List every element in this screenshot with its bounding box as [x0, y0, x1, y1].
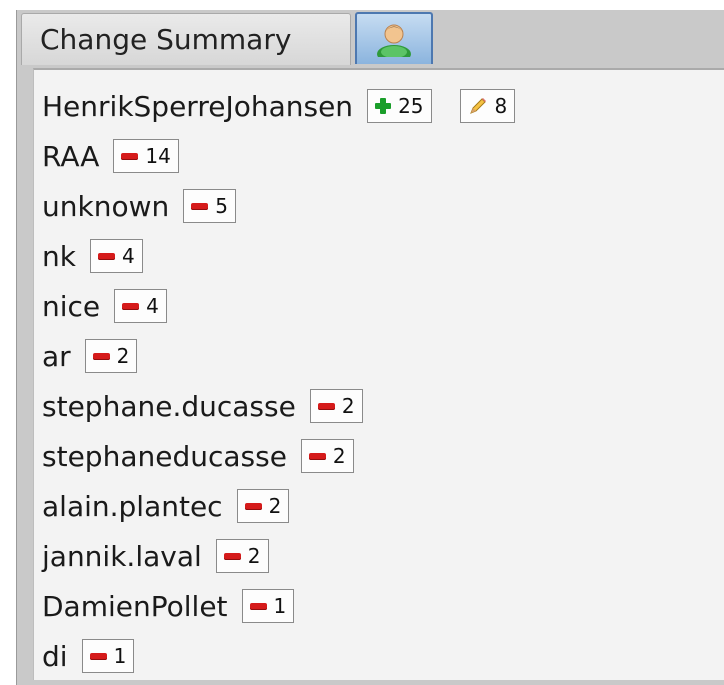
user-icon [377, 24, 411, 57]
contributor-name: DamienPollet [42, 589, 228, 623]
list-item[interactable]: RAA 14 [42, 134, 179, 178]
minus-icon [191, 202, 209, 210]
removed-count-badge: 2 [84, 339, 138, 373]
list-item[interactable]: alain.plantec 2 [42, 484, 290, 528]
contributor-name: stephaneducasse [42, 439, 287, 473]
minus-icon [308, 452, 326, 460]
contributors-list: HenrikSperreJohansen 25 8 RAA 14 unknown… [33, 68, 724, 680]
minus-icon [97, 252, 115, 260]
removed-count-badge: 2 [215, 539, 269, 573]
removed-count: 4 [121, 244, 135, 268]
list-item[interactable]: stephane.ducasse 2 [42, 384, 363, 428]
contributor-name: jannik.laval [42, 539, 202, 573]
removed-count: 2 [247, 544, 261, 568]
list-item[interactable]: ar 2 [42, 334, 138, 378]
list-item[interactable]: stephaneducasse 2 [42, 434, 354, 478]
tab-bar: Change Summary [17, 10, 724, 68]
list-item[interactable]: di 1 [42, 634, 135, 678]
contributor-name: ar [42, 339, 71, 373]
tab-change-summary[interactable]: Change Summary [21, 13, 351, 65]
contributor-name: alain.plantec [42, 489, 223, 523]
minus-icon [244, 502, 262, 510]
change-summary-window: Change Summary HenrikSperreJohansen 25 8… [16, 10, 724, 685]
removed-count-badge: 4 [89, 239, 143, 273]
plus-icon [375, 98, 392, 114]
list-item[interactable]: DamienPollet 1 [42, 584, 295, 628]
removed-count: 1 [273, 594, 287, 618]
removed-count: 2 [116, 344, 130, 368]
removed-count-badge: 2 [309, 389, 363, 423]
removed-count: 5 [215, 194, 228, 218]
removed-count-badge: 1 [81, 639, 135, 673]
minus-icon [223, 552, 241, 560]
added-count: 25 [398, 94, 424, 118]
contributor-name: unknown [42, 189, 170, 223]
removed-count: 2 [268, 494, 282, 518]
removed-count-badge: 14 [113, 139, 179, 173]
minus-icon [122, 302, 140, 310]
removed-count: 14 [145, 144, 171, 168]
contributor-name: RAA [42, 139, 100, 173]
list-item[interactable]: nk 4 [42, 234, 143, 278]
tab-user[interactable] [355, 12, 433, 64]
removed-count: 4 [146, 294, 159, 318]
removed-count-badge: 2 [236, 489, 290, 523]
contributor-name: HenrikSperreJohansen [42, 89, 354, 123]
removed-count-badge: 4 [114, 289, 167, 323]
contributor-name: nice [42, 289, 101, 323]
contributor-name: nk [42, 239, 76, 273]
tab-change-summary-label: Change Summary [40, 23, 292, 56]
contributor-name: stephane.ducasse [42, 389, 296, 423]
list-item[interactable]: unknown 5 [42, 184, 236, 228]
removed-count-badge: 5 [183, 189, 236, 223]
removed-count: 1 [113, 644, 127, 668]
added-count-badge: 25 [367, 89, 432, 123]
minus-icon [249, 602, 267, 610]
list-item[interactable]: HenrikSperreJohansen 25 8 [42, 84, 516, 128]
list-item[interactable]: jannik.laval 2 [42, 534, 269, 578]
pencil-icon [469, 98, 486, 114]
minus-icon [92, 352, 110, 360]
removed-count: 2 [341, 394, 355, 418]
modified-count: 8 [494, 94, 508, 118]
removed-count: 2 [332, 444, 346, 468]
removed-count-badge: 2 [300, 439, 354, 473]
contributor-name: di [42, 639, 68, 673]
minus-icon [89, 652, 107, 660]
minus-icon [317, 402, 335, 410]
list-item[interactable]: nice 4 [42, 284, 167, 328]
modified-count-badge: 8 [459, 89, 516, 123]
minus-icon [121, 152, 139, 160]
removed-count-badge: 1 [241, 589, 295, 623]
